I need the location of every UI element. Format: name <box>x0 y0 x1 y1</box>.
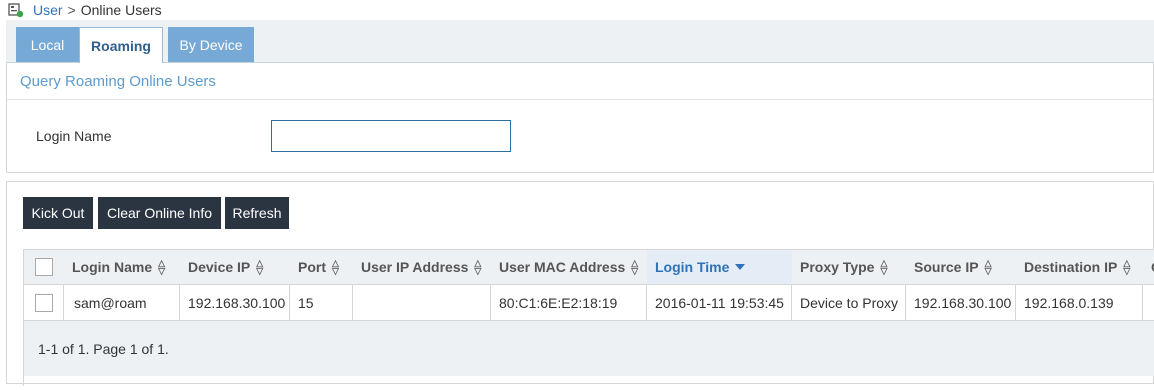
column-header-label: Source IP <box>914 259 979 275</box>
login-name-label: Login Name <box>36 128 112 144</box>
home-icon <box>8 2 24 18</box>
cell-login-name: sam@roam <box>64 285 180 320</box>
cell-login-time: 2016-01-11 19:53:45 <box>647 285 792 320</box>
cell-destination-ip: 192.168.0.139 <box>1016 285 1143 320</box>
tab-roaming[interactable]: Roaming <box>79 27 163 63</box>
row-checkbox[interactable] <box>34 293 53 312</box>
column-header-label: Login Time <box>655 259 730 275</box>
table-header: Login Name △ ▽ Device IP △ ▽ Port △ ▽ User … <box>24 250 1154 285</box>
pagination-info: 1-1 of 1. Page 1 of 1. <box>24 321 1154 376</box>
cell-truncated <box>1143 285 1154 320</box>
query-panel-title: Query Roaming Online Users <box>7 63 1153 100</box>
column-header-login-time[interactable]: Login Time <box>647 250 792 284</box>
sort-icon: △ ▽ <box>256 258 264 276</box>
sort-icon: △ ▽ <box>631 258 639 276</box>
column-header-user-mac-address[interactable]: User MAC Address △ ▽ <box>491 250 647 284</box>
column-header-label: User MAC Address <box>499 259 626 275</box>
cell-port: 15 <box>290 285 353 320</box>
sort-descending-icon <box>735 264 746 270</box>
cell-user-ip-address <box>353 285 491 320</box>
query-panel: Query Roaming Online Users Login Name <box>6 63 1154 173</box>
sort-icon: △ ▽ <box>880 258 888 276</box>
tab-bar: Local Roaming By Device <box>6 20 1154 64</box>
column-header-port[interactable]: Port △ ▽ <box>290 250 353 284</box>
cell-proxy-type: Device to Proxy <box>792 285 906 320</box>
column-header-label: Destination IP <box>1024 259 1118 275</box>
column-header-label: Port <box>298 259 326 275</box>
login-name-input[interactable] <box>271 120 511 152</box>
row-select-cell <box>24 285 64 320</box>
sort-icon: △ ▽ <box>1123 258 1131 276</box>
column-header-label: Device IP <box>188 259 251 275</box>
column-header-label: Proxy Type <box>800 259 875 275</box>
breadcrumb: User > Online Users <box>8 0 162 20</box>
column-header-proxy-type[interactable]: Proxy Type △ ▽ <box>792 250 906 284</box>
breadcrumb-separator: > <box>67 2 76 18</box>
sort-icon: △ ▽ <box>158 258 166 276</box>
breadcrumb-current: Online Users <box>80 2 162 18</box>
sort-icon: △ ▽ <box>474 258 482 276</box>
sort-icon: △ ▽ <box>984 258 992 276</box>
cell-device-ip: 192.168.30.100 <box>180 285 290 320</box>
select-all-checkbox[interactable] <box>35 258 53 276</box>
tab-local[interactable]: Local <box>16 27 79 62</box>
column-header-login-name[interactable]: Login Name △ ▽ <box>64 250 180 284</box>
cell-user-mac-address: 80:C1:6E:E2:18:19 <box>491 285 647 320</box>
column-header-truncated[interactable]: O <box>1143 250 1154 284</box>
table-row[interactable]: sam@roam 192.168.30.100 15 80:C1:6E:E2:1… <box>24 285 1154 321</box>
cell-source-ip: 192.168.30.100 <box>906 285 1016 320</box>
column-header-user-ip-address[interactable]: User IP Address △ ▽ <box>353 250 491 284</box>
column-header-device-ip[interactable]: Device IP △ ▽ <box>180 250 290 284</box>
column-header-label: User IP Address <box>361 259 469 275</box>
column-header-source-ip[interactable]: Source IP △ ▽ <box>906 250 1016 284</box>
column-header-destination-ip[interactable]: Destination IP △ ▽ <box>1016 250 1143 284</box>
kick-out-button[interactable]: Kick Out <box>23 197 93 229</box>
online-users-panel: Kick Out Clear Online Info Refresh Login… <box>6 181 1154 386</box>
sort-icon: △ ▽ <box>332 258 339 276</box>
online-users-table: Login Name △ ▽ Device IP △ ▽ Port △ ▽ User … <box>23 249 1154 386</box>
clear-online-info-button[interactable]: Clear Online Info <box>98 197 221 229</box>
refresh-button[interactable]: Refresh <box>225 197 289 229</box>
select-all-cell <box>24 250 64 284</box>
breadcrumb-user-link[interactable]: User <box>33 2 63 18</box>
column-header-label: Login Name <box>72 259 153 275</box>
tab-by-device[interactable]: By Device <box>168 27 254 62</box>
